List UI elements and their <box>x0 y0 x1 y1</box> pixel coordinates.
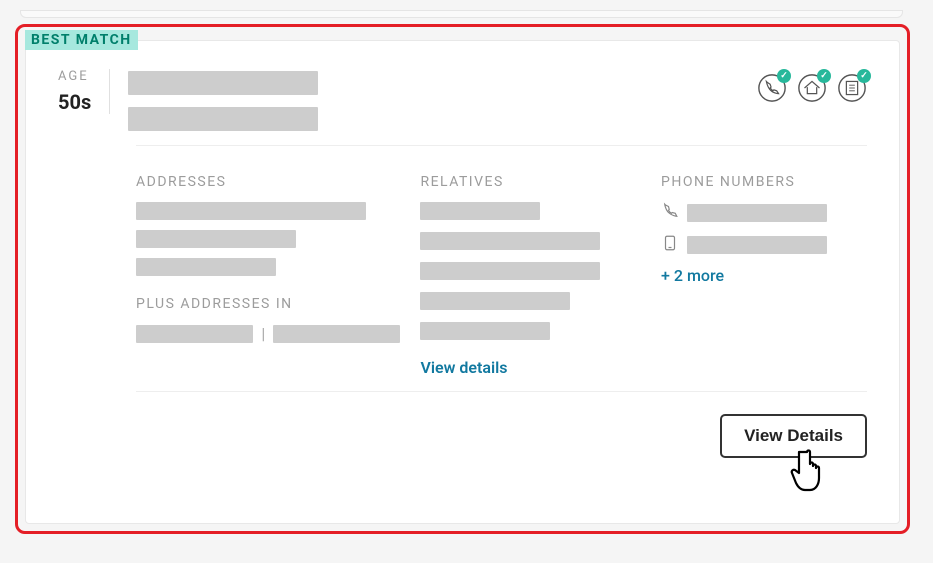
address-placeholder <box>136 202 366 220</box>
relatives-column: RELATIVES View details <box>420 174 641 377</box>
name-block <box>128 69 757 131</box>
age-block: AGE 50s <box>58 69 110 114</box>
addresses-column: ADDRESSES PLUS ADDRESSES IN | <box>136 174 400 377</box>
landline-icon <box>661 202 679 224</box>
home-indicator-icon: ✓ <box>797 73 827 103</box>
phones-heading: PHONE NUMBERS <box>661 174 867 190</box>
check-icon: ✓ <box>857 69 871 83</box>
relative-placeholder <box>420 322 550 340</box>
phone-placeholder <box>687 236 827 254</box>
address-placeholder <box>136 258 276 276</box>
records-indicator-icon: ✓ <box>837 73 867 103</box>
result-card: AGE 50s ✓ ✓ ✓ <box>25 40 900 524</box>
card-body: ADDRESSES PLUS ADDRESSES IN | RELATIVES <box>136 145 867 377</box>
prev-card-edge <box>20 10 903 18</box>
relative-placeholder <box>420 202 540 220</box>
phone-row <box>661 202 867 224</box>
check-icon: ✓ <box>777 69 791 83</box>
relative-placeholder <box>420 232 600 250</box>
mobile-icon <box>661 234 679 256</box>
result-card-container: BEST MATCH AGE 50s ✓ ✓ <box>15 24 910 534</box>
card-header: AGE 50s ✓ ✓ ✓ <box>58 69 867 131</box>
age-label: AGE <box>58 69 91 84</box>
data-indicator-row: ✓ ✓ ✓ <box>757 69 867 103</box>
address-placeholder <box>273 325 400 343</box>
age-value: 50s <box>58 90 91 114</box>
relative-placeholder <box>420 262 600 280</box>
relative-placeholder <box>420 292 570 310</box>
check-icon: ✓ <box>817 69 831 83</box>
relatives-view-details-link[interactable]: View details <box>420 358 507 377</box>
phones-column: PHONE NUMBERS + 2 more <box>661 174 867 377</box>
plus-addresses-heading: PLUS ADDRESSES IN <box>136 296 400 312</box>
plus-addresses-section: PLUS ADDRESSES IN | <box>136 296 400 343</box>
relatives-heading: RELATIVES <box>420 174 641 190</box>
phone-indicator-icon: ✓ <box>757 73 787 103</box>
address-placeholder <box>136 325 253 343</box>
separator: | <box>261 324 265 343</box>
addresses-heading: ADDRESSES <box>136 174 400 190</box>
address-placeholder <box>136 230 296 248</box>
phone-placeholder <box>687 204 827 222</box>
view-details-button[interactable]: View Details <box>720 414 867 458</box>
card-footer: View Details <box>136 391 867 458</box>
best-match-badge: BEST MATCH <box>25 30 138 50</box>
name-placeholder <box>128 107 318 131</box>
phone-row <box>661 234 867 256</box>
more-phones-link[interactable]: + 2 more <box>661 266 724 285</box>
name-placeholder <box>128 71 318 95</box>
